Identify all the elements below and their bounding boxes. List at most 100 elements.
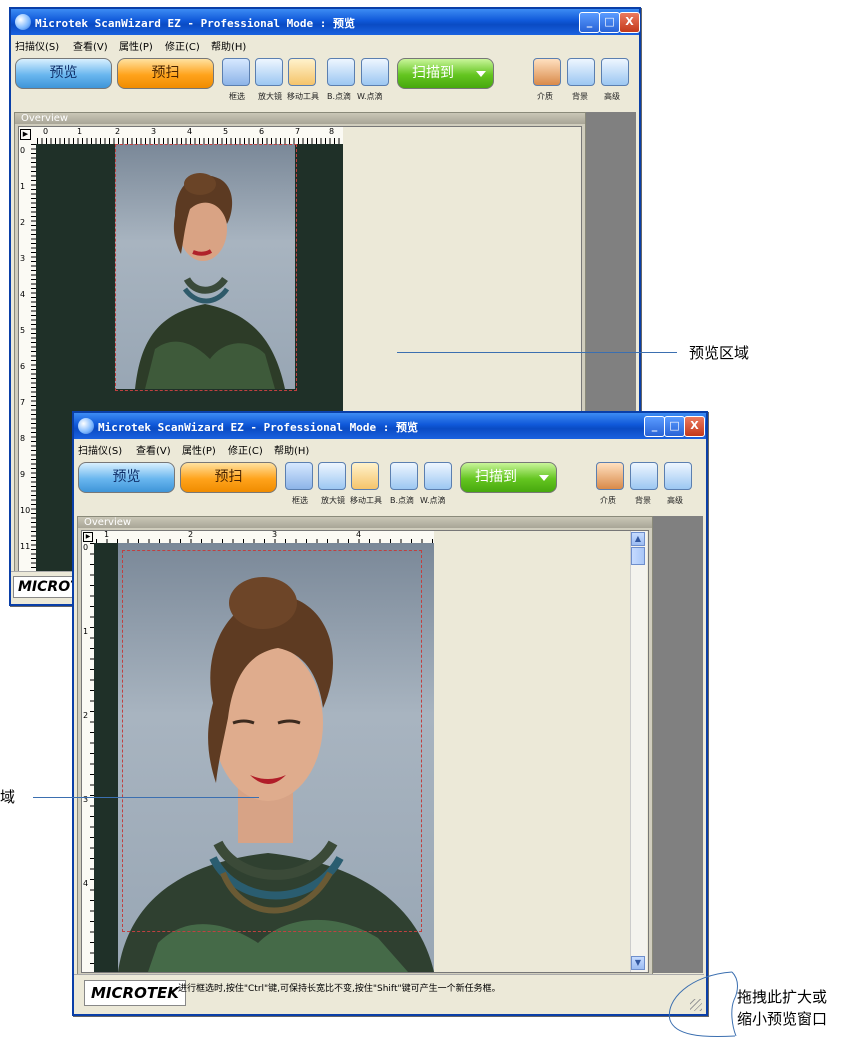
prescan-button[interactable]: 预扫 xyxy=(180,462,277,493)
tool-label: 介质 xyxy=(600,496,616,505)
tool-label: 介质 xyxy=(537,92,553,101)
ruler-number: 7 xyxy=(295,127,301,136)
selection-frame[interactable] xyxy=(122,550,422,932)
tool-label: 移动工具 xyxy=(287,92,319,101)
ruler-number: 7 xyxy=(20,398,26,407)
ruler-number: 0 xyxy=(43,127,49,136)
ruler-number: 1 xyxy=(104,530,110,539)
white-dropper-icon[interactable] xyxy=(424,462,452,490)
menu-properties[interactable]: 属性(P) xyxy=(182,442,216,457)
hand-tool-icon[interactable] xyxy=(288,58,316,86)
menu-scanner[interactable]: 扫描仪(S) xyxy=(78,442,122,457)
scan-to-label: 扫描到 xyxy=(412,65,454,81)
advanced-icon[interactable] xyxy=(664,462,692,490)
preview-button[interactable]: 预览 xyxy=(15,58,112,89)
close-button[interactable]: X xyxy=(684,416,705,437)
ruler-toggle-icon[interactable]: ▶ xyxy=(83,532,93,542)
maximize-button[interactable]: □ xyxy=(664,416,685,437)
advanced-icon[interactable] xyxy=(601,58,629,86)
ruler-toggle-icon[interactable]: ▶ xyxy=(20,129,31,140)
tool-label: 高级 xyxy=(604,92,620,101)
tool-label: B.点滴 xyxy=(390,496,415,505)
ruler-number: 3 xyxy=(20,254,26,263)
tool-label: 放大镜 xyxy=(321,496,345,505)
menu-help[interactable]: 帮助(H) xyxy=(211,38,246,53)
media-icon[interactable] xyxy=(596,462,624,490)
preview-area-label: 预览区域 xyxy=(689,344,750,362)
title-bar[interactable]: Microtek ScanWizard EZ - Professional Mo… xyxy=(11,9,640,35)
overview-panel: Overview ▶ 1 2 3 4 0 1 2 3 4 ▲ ▼ xyxy=(77,516,653,975)
menu-help[interactable]: 帮助(H) xyxy=(274,442,309,457)
menu-scanner[interactable]: 扫描仪(S) xyxy=(15,38,59,53)
ruler-number: 10 xyxy=(20,506,31,515)
media-icon[interactable] xyxy=(533,58,561,86)
chevron-down-icon xyxy=(539,475,549,481)
preview-area[interactable]: ▶ 1 2 3 4 0 1 2 3 4 ▲ ▼ xyxy=(81,530,649,973)
ruler-number: 8 xyxy=(20,434,26,443)
scroll-down-icon[interactable]: ▼ xyxy=(631,956,645,970)
black-dropper-icon[interactable] xyxy=(327,58,355,86)
white-dropper-icon[interactable] xyxy=(361,58,389,86)
tool-label: 框选 xyxy=(229,92,245,101)
menu-view[interactable]: 查看(V) xyxy=(73,38,108,53)
maximize-button[interactable]: □ xyxy=(599,12,620,33)
ruler-number: 2 xyxy=(20,218,26,227)
magnifier-icon[interactable] xyxy=(318,462,346,490)
scan-to-button[interactable]: 扫描到 xyxy=(397,58,494,89)
tool-label: 放大镜 xyxy=(258,92,282,101)
marquee-tool-icon[interactable] xyxy=(285,462,313,490)
side-gutter xyxy=(653,516,703,973)
hand-tool-icon[interactable] xyxy=(351,462,379,490)
menu-bar: 扫描仪(S) 查看(V) 属性(P) 修正(C) 帮助(H) xyxy=(74,439,706,458)
scroll-thumb[interactable] xyxy=(631,547,645,565)
toolbar: 预览 预扫 扫描到 框选 放大镜 移动工具 B.点滴 W.点滴 介质 背景 高级 xyxy=(11,54,639,110)
ruler-number: 6 xyxy=(259,127,265,136)
title-bar[interactable]: Microtek ScanWizard EZ - Professional Mo… xyxy=(74,413,706,439)
status-bar: MICROTEK 进行框选时,按住"Ctrl"键,可保持长宽比不变,按住"Shi… xyxy=(74,974,704,1013)
horizontal-ruler: ▶ 0 1 2 3 4 5 6 7 8 xyxy=(19,127,343,145)
panel-title: Overview xyxy=(78,517,652,528)
magnifier-icon[interactable] xyxy=(255,58,283,86)
app-icon xyxy=(78,418,94,434)
tool-label: W.点滴 xyxy=(357,92,383,101)
tool-label: 背景 xyxy=(635,496,651,505)
panel-title: Overview xyxy=(15,113,585,124)
tool-label: 移动工具 xyxy=(350,496,382,505)
chevron-down-icon xyxy=(476,71,486,77)
ruler-number: 1 xyxy=(77,127,83,136)
background-icon[interactable] xyxy=(630,462,658,490)
menu-correct[interactable]: 修正(C) xyxy=(228,442,263,457)
menu-properties[interactable]: 属性(P) xyxy=(119,38,153,53)
selection-frame[interactable] xyxy=(115,144,297,391)
ruler-number: 2 xyxy=(188,530,194,539)
preview-button[interactable]: 预览 xyxy=(78,462,175,493)
marquee-tool-icon[interactable] xyxy=(222,58,250,86)
menu-view[interactable]: 查看(V) xyxy=(136,442,171,457)
callout-line-preview xyxy=(397,352,677,353)
callout-line-left xyxy=(33,797,259,798)
scan-to-button[interactable]: 扫描到 xyxy=(460,462,557,493)
window-title: Microtek ScanWizard EZ - Professional Mo… xyxy=(98,421,419,434)
drag-hint-line2: 缩小预览窗口 xyxy=(737,1010,828,1028)
ruler-number: 9 xyxy=(20,470,26,479)
minimize-button[interactable]: _ xyxy=(644,416,665,437)
side-gutter xyxy=(586,112,636,412)
vertical-scrollbar[interactable]: ▲ ▼ xyxy=(630,531,647,972)
minimize-button[interactable]: _ xyxy=(579,12,600,33)
ruler-number: 0 xyxy=(83,543,89,552)
background-icon[interactable] xyxy=(567,58,595,86)
ruler-number: 2 xyxy=(83,711,89,720)
ruler-number: 8 xyxy=(329,127,335,136)
tool-label: W.点滴 xyxy=(420,496,446,505)
ruler-number: 4 xyxy=(20,290,26,299)
ruler-number: 1 xyxy=(20,182,26,191)
left-cut-label: 域 xyxy=(0,788,16,806)
microtek-logo: MICROTEK xyxy=(84,980,186,1006)
scroll-up-icon[interactable]: ▲ xyxy=(631,532,645,546)
black-dropper-icon[interactable] xyxy=(390,462,418,490)
prescan-button[interactable]: 预扫 xyxy=(117,58,214,89)
close-button[interactable]: X xyxy=(619,12,640,33)
menu-correct[interactable]: 修正(C) xyxy=(165,38,200,53)
tool-label: 高级 xyxy=(667,496,683,505)
ruler-number: 6 xyxy=(20,362,26,371)
